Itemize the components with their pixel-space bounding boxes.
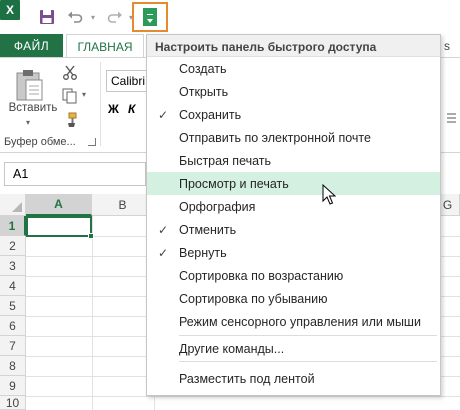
menu-item-save[interactable]: ✓ Сохранить xyxy=(147,103,440,126)
menu-item-quick-print[interactable]: Быстрая печать xyxy=(147,149,440,172)
mouse-cursor-icon xyxy=(322,183,337,206)
paste-button-label[interactable]: Вставить xyxy=(6,102,60,114)
row-header-4[interactable]: 4 xyxy=(0,276,26,296)
menu-item-label: Другие команды... xyxy=(179,341,285,356)
menu-item-label: Вернуть xyxy=(179,245,227,260)
paste-dropdown-arrow[interactable]: ▾ xyxy=(26,118,30,127)
customize-qat-menu: Настроить панель быстрого доступа Создат… xyxy=(146,34,441,396)
italic-button[interactable]: К xyxy=(128,102,135,116)
row-header-5[interactable]: 5 xyxy=(0,296,26,316)
menu-item-label: Орфография xyxy=(179,199,256,214)
clipboard-group-label: Буфер обме... xyxy=(4,136,76,148)
redo-icon[interactable] xyxy=(106,6,124,28)
menu-item-show-below-ribbon[interactable]: Разместить под лентой xyxy=(147,367,440,390)
select-all-corner[interactable] xyxy=(0,194,26,216)
menu-item-sort-ascending[interactable]: Сортировка по возрастанию xyxy=(147,264,440,287)
quick-access-toolbar: X ▾ ▾ xyxy=(0,0,460,34)
menu-item-undo[interactable]: ✓ Отменить xyxy=(147,218,440,241)
row-header-10[interactable]: 10 xyxy=(0,396,26,410)
row-header-2[interactable]: 2 xyxy=(0,236,26,256)
bold-button[interactable]: Ж xyxy=(108,102,119,116)
menu-item-label: Отправить по электронной почте xyxy=(179,130,371,145)
copy-dropdown-arrow[interactable]: ▾ xyxy=(82,90,86,99)
scissors-icon[interactable] xyxy=(62,64,78,80)
row-header-3[interactable]: 3 xyxy=(0,256,26,276)
menu-item-label: Открыть xyxy=(179,84,229,99)
name-box[interactable]: A1 xyxy=(4,162,146,186)
row-header-6[interactable]: 6 xyxy=(0,316,26,336)
menu-item-create[interactable]: Создать xyxy=(147,57,440,80)
paste-icon[interactable] xyxy=(14,68,44,104)
undo-icon[interactable] xyxy=(66,6,84,28)
tab-file[interactable]: ФАЙЛ xyxy=(0,34,63,58)
clipboard-launcher-icon[interactable] xyxy=(88,138,96,146)
menu-item-label: Создать xyxy=(179,61,227,76)
font-name-box[interactable]: Calibri xyxy=(106,70,150,92)
row-header-8[interactable]: 8 xyxy=(0,356,26,376)
checkmark-icon: ✓ xyxy=(157,107,169,122)
fill-handle[interactable] xyxy=(88,233,94,239)
menu-item-label: Режим сенсорного управления или мыши xyxy=(179,314,421,329)
row-header-1[interactable]: 1 xyxy=(0,216,26,236)
tab-home[interactable]: ГЛАВНАЯ xyxy=(66,34,144,59)
menu-item-spelling[interactable]: Орфография xyxy=(147,195,440,218)
customize-qat-button[interactable] xyxy=(132,2,168,32)
menu-item-touch-mode[interactable]: Режим сенсорного управления или мыши xyxy=(147,310,440,333)
ribbon-partial-icon[interactable] xyxy=(446,112,456,126)
menu-item-label: Сохранить xyxy=(179,107,242,122)
row-header-7[interactable]: 7 xyxy=(0,336,26,356)
menu-item-redo[interactable]: ✓ Вернуть xyxy=(147,241,440,264)
checkmark-icon: ✓ xyxy=(157,245,169,260)
checkmark-icon: ✓ xyxy=(157,222,169,237)
menu-separator xyxy=(179,335,437,336)
tab-partial[interactable]: s xyxy=(444,34,460,58)
menu-item-sort-descending[interactable]: Сортировка по убыванию xyxy=(147,287,440,310)
column-header-b[interactable]: B xyxy=(92,194,154,216)
menu-item-label: Отменить xyxy=(179,222,237,237)
menu-item-print-preview[interactable]: Просмотр и печать xyxy=(147,172,440,195)
row-header-9[interactable]: 9 xyxy=(0,376,26,396)
menu-item-email[interactable]: Отправить по электронной почте xyxy=(147,126,440,149)
menu-item-label: Сортировка по возрастанию xyxy=(179,268,344,283)
menu-item-label: Просмотр и печать xyxy=(179,176,289,191)
menu-item-label: Разместить под лентой xyxy=(179,371,315,386)
undo-dropdown-arrow[interactable]: ▾ xyxy=(88,6,98,28)
menu-item-more-commands[interactable]: Другие команды... xyxy=(147,337,440,360)
excel-logo-icon: X xyxy=(0,0,20,20)
active-cell-a1[interactable] xyxy=(26,216,92,237)
menu-item-open[interactable]: Открыть xyxy=(147,80,440,103)
menu-separator xyxy=(179,361,437,362)
menu-item-label: Быстрая печать xyxy=(179,153,272,168)
format-painter-icon[interactable] xyxy=(62,112,78,128)
save-icon[interactable] xyxy=(38,6,56,28)
menu-title: Настроить панель быстрого доступа xyxy=(147,35,440,57)
copy-icon[interactable] xyxy=(62,88,78,104)
column-header-a[interactable]: A xyxy=(26,194,92,216)
grid-line xyxy=(92,216,93,410)
group-separator xyxy=(100,62,101,146)
customize-qat-dropdown-icon xyxy=(143,8,157,26)
menu-item-label: Сортировка по убыванию xyxy=(179,291,328,306)
